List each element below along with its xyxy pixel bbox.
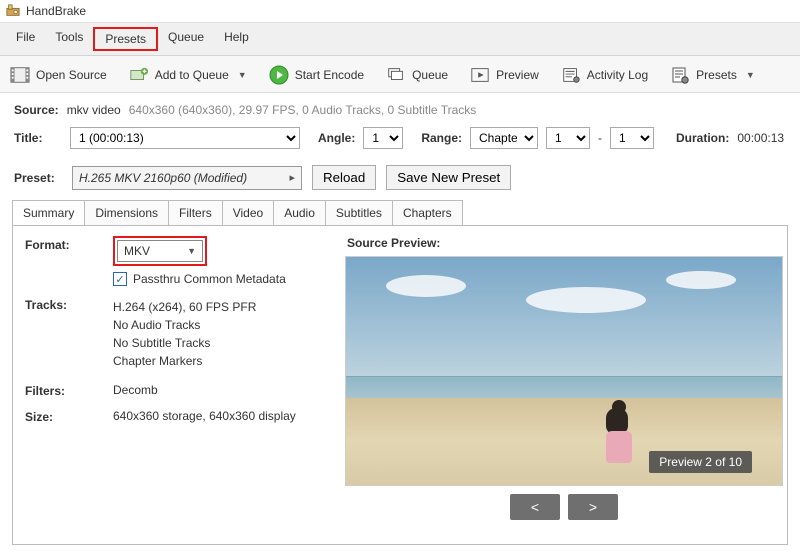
menu-tools[interactable]: Tools <box>45 27 93 51</box>
tracks-lines: H.264 (x264), 60 FPS PFR No Audio Tracks… <box>113 296 333 372</box>
add-to-queue-label: Add to Queue <box>155 68 229 82</box>
presets-toolbar-label: Presets <box>696 68 737 82</box>
preset-select[interactable]: H.265 MKV 2160p60 (Modified) ▸ <box>72 166 302 190</box>
chevron-down-icon: ▼ <box>187 246 196 256</box>
tab-panel-summary: Format: MKV ▼ ✓ Passthru Common Metadata… <box>12 225 788 545</box>
tab-summary[interactable]: Summary <box>12 200 85 225</box>
toolbar: Open Source Add to Queue ▼ Start Encode … <box>0 56 800 93</box>
preset-label: Preset: <box>14 171 62 185</box>
log-icon <box>561 66 581 84</box>
range-type-select[interactable]: Chapters <box>470 127 538 149</box>
preview-label-btn: Preview <box>496 68 539 82</box>
app-title: HandBrake <box>26 4 86 18</box>
preview-label: Source Preview: <box>345 236 783 250</box>
preview-nav: < > <box>345 494 783 520</box>
tracks-line-1: H.264 (x264), 60 FPS PFR <box>113 300 333 314</box>
format-row: Format: MKV ▼ ✓ Passthru Common Metadata <box>23 236 333 286</box>
tracks-line-2: No Audio Tracks <box>113 318 333 332</box>
title-label: Title: <box>14 131 62 145</box>
preview-icon <box>470 66 490 84</box>
chevron-down-icon[interactable]: ▼ <box>238 70 247 80</box>
queue-icon <box>386 66 406 84</box>
tracks-label: Tracks: <box>23 296 113 312</box>
tab-video[interactable]: Video <box>222 200 274 225</box>
menu-queue[interactable]: Queue <box>158 27 214 51</box>
meta-area: Source: mkv video 640x360 (640x360), 29.… <box>0 93 800 165</box>
activity-log-button[interactable]: Activity Log <box>557 64 652 86</box>
range-label: Range: <box>421 131 462 145</box>
passthru-label: Passthru Common Metadata <box>133 272 286 286</box>
preview-badge: Preview 2 of 10 <box>649 451 752 473</box>
preview-prev-button[interactable]: < <box>510 494 560 520</box>
tab-dimensions[interactable]: Dimensions <box>84 200 169 225</box>
presets-toolbar-button[interactable]: Presets ▼ <box>666 64 759 86</box>
menu-presets[interactable]: Presets <box>93 27 158 51</box>
summary-left: Format: MKV ▼ ✓ Passthru Common Metadata… <box>23 236 333 520</box>
source-detail: 640x360 (640x360), 29.97 FPS, 0 Audio Tr… <box>129 103 477 117</box>
range-to-select[interactable]: 1 <box>610 127 654 149</box>
tab-chapters[interactable]: Chapters <box>392 200 463 225</box>
size-row: Size: 640x360 storage, 640x360 display <box>23 408 333 424</box>
reload-button[interactable]: Reload <box>312 165 376 190</box>
add-queue-icon <box>129 66 149 84</box>
tracks-line-3: No Subtitle Tracks <box>113 336 333 350</box>
range-from-select[interactable]: 1 <box>546 127 590 149</box>
tracks-row: Tracks: H.264 (x264), 60 FPS PFR No Audi… <box>23 296 333 372</box>
size-value: 640x360 storage, 640x360 display <box>113 409 333 423</box>
preview-button[interactable]: Preview <box>466 64 543 86</box>
add-to-queue-button[interactable]: Add to Queue ▼ <box>125 64 251 86</box>
filters-value: Decomb <box>113 383 333 397</box>
source-line: Source: mkv video 640x360 (640x360), 29.… <box>14 103 786 117</box>
presets-icon <box>670 66 690 84</box>
menu-file[interactable]: File <box>6 27 45 51</box>
queue-button[interactable]: Queue <box>382 64 452 86</box>
checkbox-icon: ✓ <box>113 272 127 286</box>
preset-row: Preset: H.265 MKV 2160p60 (Modified) ▸ R… <box>0 165 800 200</box>
passthru-checkbox[interactable]: ✓ Passthru Common Metadata <box>113 272 333 286</box>
queue-label: Queue <box>412 68 448 82</box>
open-source-label: Open Source <box>36 68 107 82</box>
save-new-preset-button[interactable]: Save New Preset <box>386 165 511 190</box>
tab-subtitles[interactable]: Subtitles <box>325 200 393 225</box>
preview-next-button[interactable]: > <box>568 494 618 520</box>
tracks-line-4: Chapter Markers <box>113 354 333 368</box>
play-icon <box>269 66 289 84</box>
title-bar: HandBrake <box>0 0 800 22</box>
format-select[interactable]: MKV ▼ <box>117 240 203 262</box>
size-label: Size: <box>23 408 113 424</box>
title-line: Title: 1 (00:00:13) Angle: 1 Range: Chap… <box>14 127 786 149</box>
tabs: Summary Dimensions Filters Video Audio S… <box>0 200 800 225</box>
source-label: Source: <box>14 103 59 117</box>
app-icon <box>6 4 20 18</box>
preset-value: H.265 MKV 2160p60 (Modified) <box>79 171 247 185</box>
range-dash: - <box>598 131 602 145</box>
format-label: Format: <box>23 236 113 252</box>
film-icon <box>10 66 30 84</box>
source-value: mkv video <box>67 103 121 117</box>
activity-log-label: Activity Log <box>587 68 648 82</box>
angle-label: Angle: <box>318 131 355 145</box>
chevron-right-icon: ▸ <box>289 171 295 184</box>
menu-bar: File Tools Presets Queue Help <box>0 22 800 56</box>
preview-subject <box>606 400 632 463</box>
preview-pane: Source Preview: Preview 2 of 10 < > <box>333 236 783 520</box>
filters-label: Filters: <box>23 382 113 398</box>
title-select[interactable]: 1 (00:00:13) <box>70 127 300 149</box>
tab-filters[interactable]: Filters <box>168 200 223 225</box>
preview-image[interactable]: Preview 2 of 10 <box>345 256 783 486</box>
filters-row: Filters: Decomb <box>23 382 333 398</box>
duration-label: Duration: <box>676 131 729 145</box>
start-encode-label: Start Encode <box>295 68 364 82</box>
open-source-button[interactable]: Open Source <box>6 64 111 86</box>
duration-value: 00:00:13 <box>737 131 784 145</box>
start-encode-button[interactable]: Start Encode <box>265 64 368 86</box>
menu-help[interactable]: Help <box>214 27 259 51</box>
angle-select[interactable]: 1 <box>363 127 403 149</box>
format-value: MKV <box>124 244 150 258</box>
chevron-down-icon[interactable]: ▼ <box>746 70 755 80</box>
tab-audio[interactable]: Audio <box>273 200 326 225</box>
